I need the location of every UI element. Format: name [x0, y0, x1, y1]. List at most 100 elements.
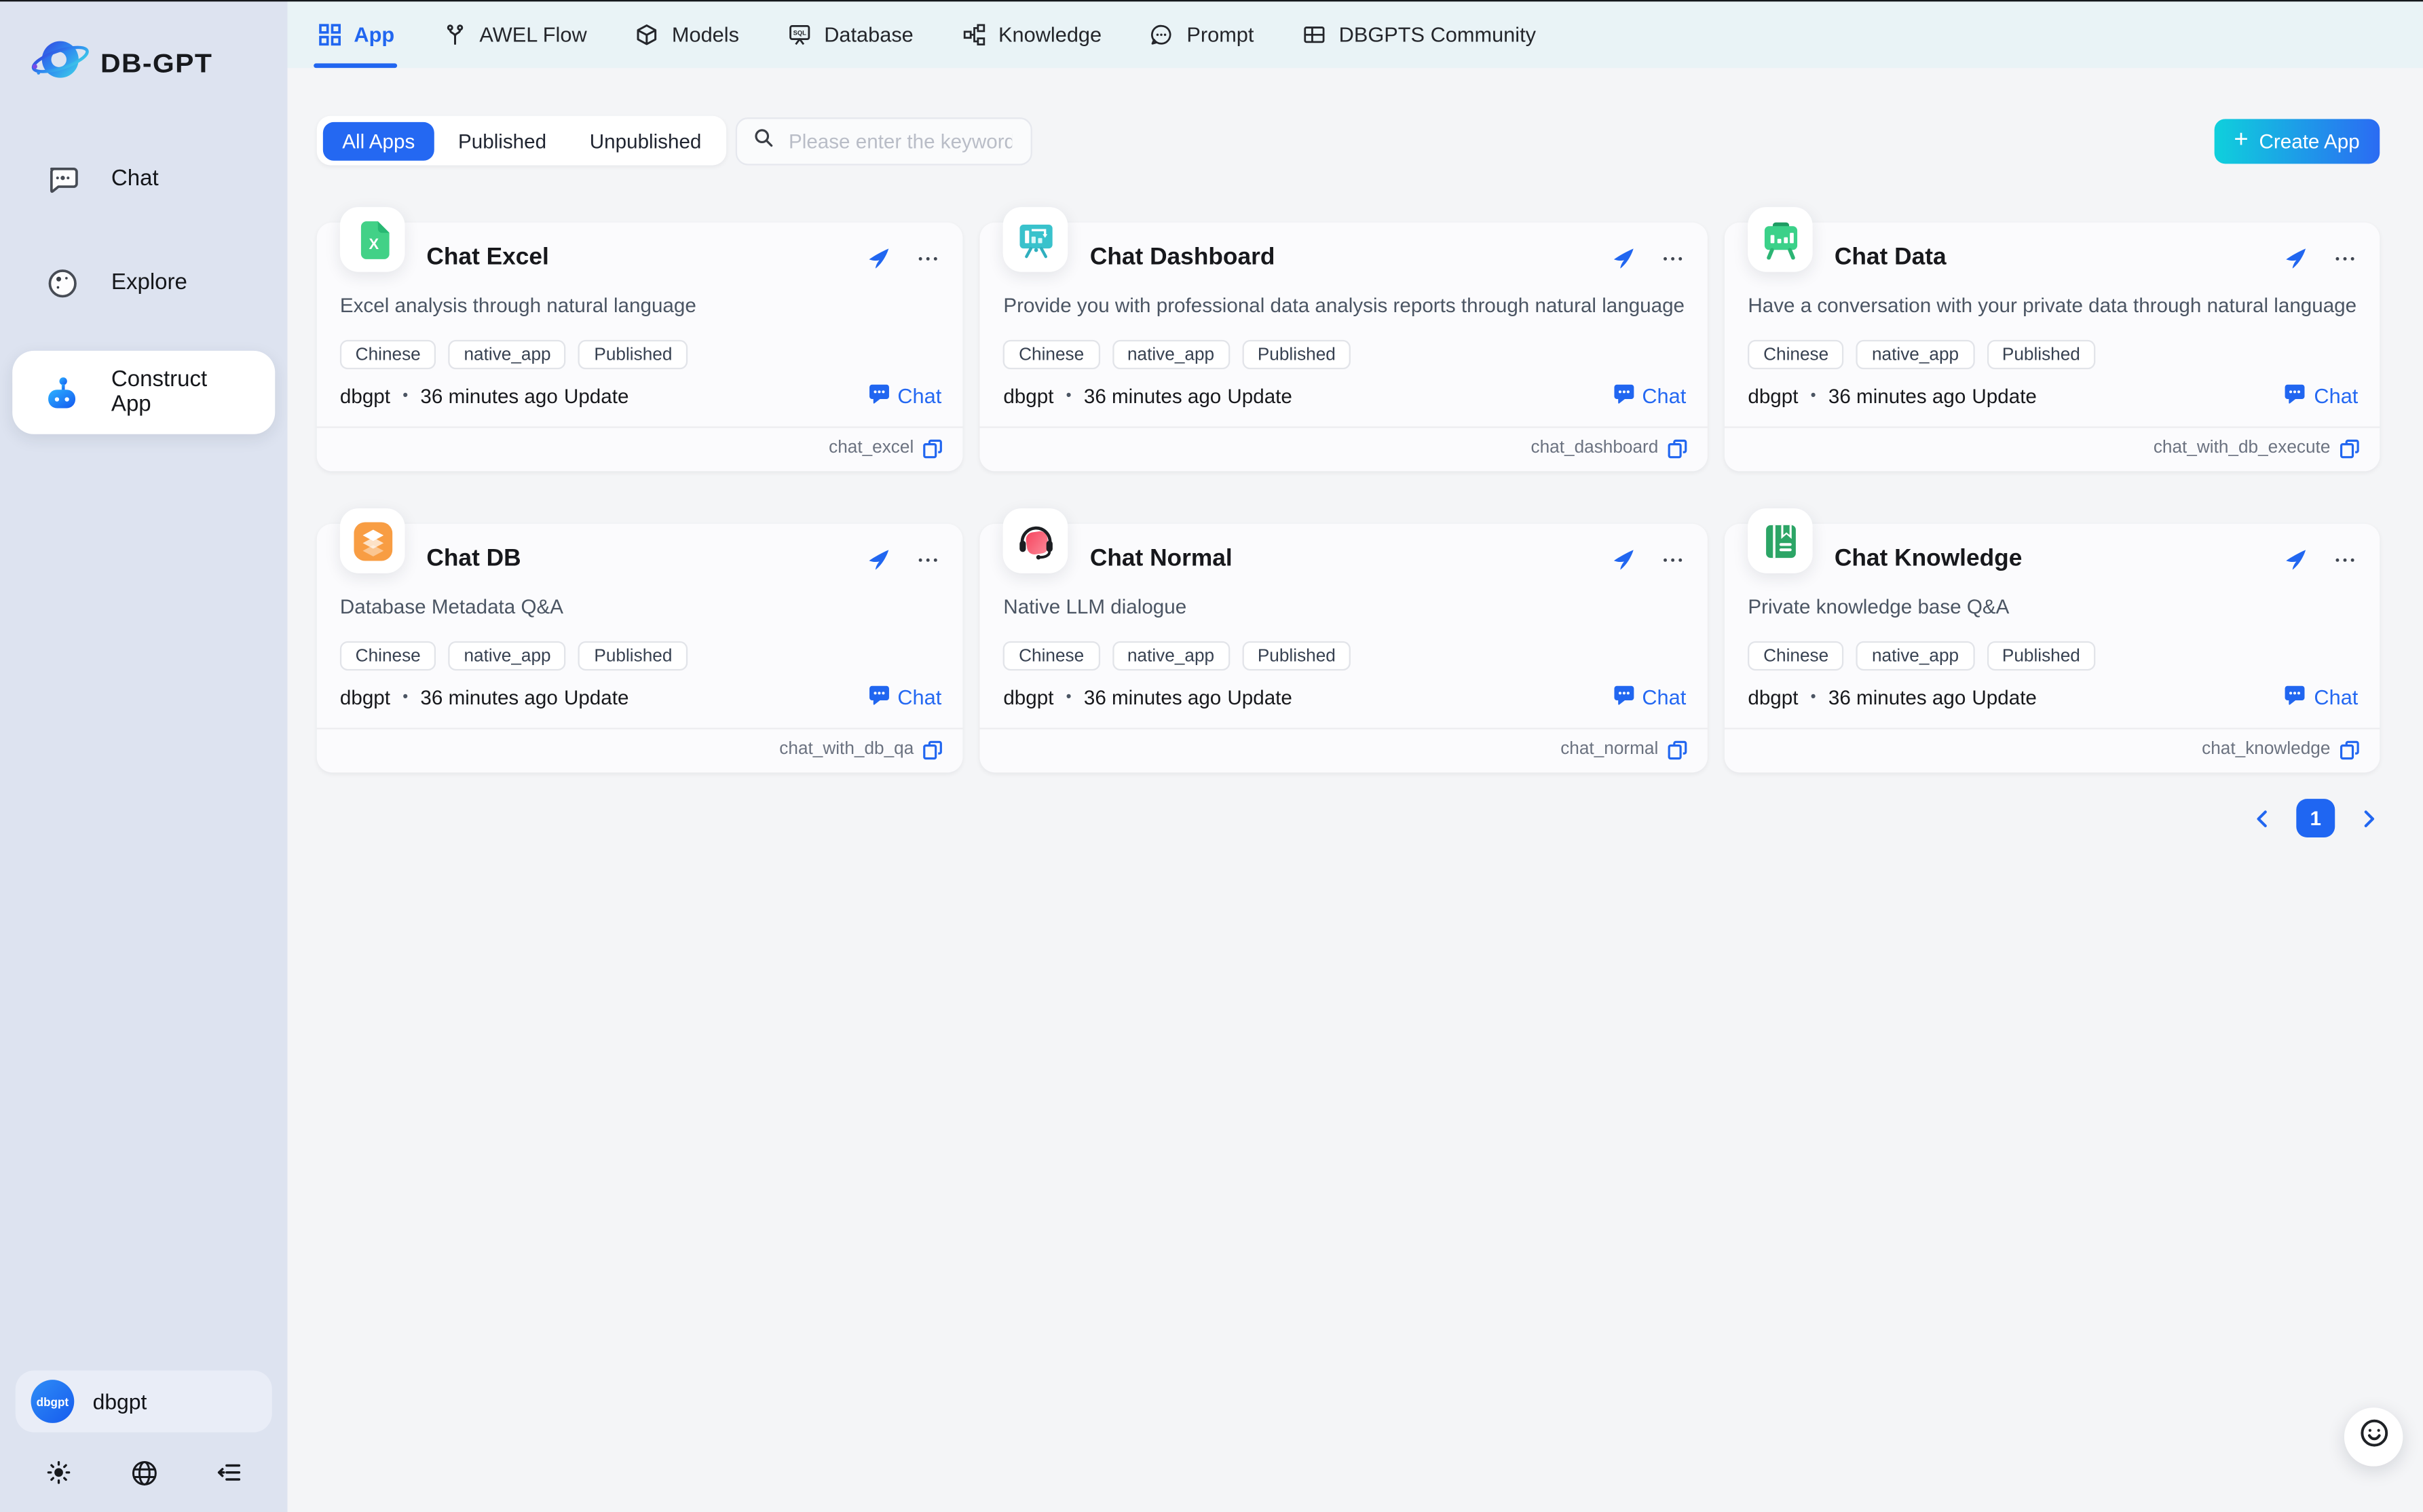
copy-icon[interactable]: [922, 738, 943, 760]
collapse-sidebar-icon[interactable]: [213, 1457, 244, 1488]
dingtalk-wing-icon[interactable]: [2283, 547, 2307, 571]
tag-chip: Chinese: [1003, 340, 1100, 369]
tag-chip: Chinese: [1748, 641, 1844, 670]
app-meta: dbgpt • 36 minutes ago Update Chat: [1003, 383, 1686, 410]
tag-chip: Chinese: [1003, 641, 1100, 670]
flow-branch-icon: [443, 22, 467, 46]
dot-separator: •: [402, 388, 408, 404]
chat-button[interactable]: Chat: [2285, 383, 2358, 410]
filter-all-apps[interactable]: All Apps: [322, 121, 435, 160]
tab-label: App: [354, 22, 394, 45]
app-title: Chat Knowledge: [1835, 546, 2022, 573]
more-menu-icon[interactable]: [1660, 547, 1685, 571]
dbgpt-app-window: DB-GPT Chat: [0, 0, 2423, 1512]
theme-sun-icon[interactable]: [43, 1457, 75, 1488]
chat-button[interactable]: Chat: [868, 685, 941, 711]
copy-icon[interactable]: [1666, 437, 1688, 459]
pagination: 1: [317, 799, 2380, 837]
sidebar-item-explore[interactable]: Explore: [12, 247, 275, 318]
app-owner: dbgpt: [1003, 686, 1053, 709]
app-updated: 36 minutes ago: [1828, 686, 1966, 709]
filter-published[interactable]: Published: [438, 121, 566, 160]
tag-list: Chinese native_app Published: [1003, 641, 1685, 670]
app-description: Have a conversation with your private da…: [1748, 294, 2356, 317]
more-menu-icon[interactable]: [2332, 547, 2356, 571]
update-label: Update: [1972, 385, 2036, 408]
copy-icon[interactable]: [2338, 738, 2360, 760]
dingtalk-wing-icon[interactable]: [866, 246, 890, 270]
tab-label: DBGPTS Community: [1339, 22, 1536, 45]
tab-label: Database: [824, 22, 914, 45]
app-owner: dbgpt: [1748, 686, 1798, 709]
tab-prompt[interactable]: Prompt: [1150, 0, 1254, 68]
more-menu-icon[interactable]: [2332, 246, 2356, 270]
tab-dbgpts-community[interactable]: DBGPTS Community: [1302, 0, 1536, 68]
window-grid-icon: [1302, 22, 1326, 46]
chat-button[interactable]: Chat: [1613, 685, 1686, 711]
tab-knowledge[interactable]: Knowledge: [961, 0, 1102, 68]
search-icon: [753, 126, 775, 155]
page-number[interactable]: 1: [2296, 799, 2335, 837]
update-label: Update: [1227, 686, 1292, 709]
filter-segmented-control: All Apps Published Unpublished: [317, 116, 727, 166]
filter-unpublished[interactable]: Unpublished: [569, 121, 721, 160]
user-profile-chip[interactable]: dbgpt dbgpt: [16, 1371, 272, 1433]
content-area: All Apps Published Unpublished + Create …: [287, 68, 2423, 1512]
app-owner: dbgpt: [340, 686, 390, 709]
tab-models[interactable]: Models: [635, 0, 739, 68]
more-menu-icon[interactable]: [916, 547, 940, 571]
language-globe-icon[interactable]: [128, 1457, 159, 1488]
tab-label: Prompt: [1186, 22, 1254, 45]
tab-label: AWEL Flow: [479, 22, 586, 45]
main-area: App AWEL Flow Models: [287, 0, 2423, 1512]
sidebar-item-construct-app[interactable]: Construct App: [12, 351, 275, 434]
search-input[interactable]: [785, 128, 1015, 154]
prev-page-icon[interactable]: [2251, 808, 2273, 829]
db-layers-icon: [340, 508, 405, 573]
chat-button[interactable]: Chat: [868, 383, 941, 410]
more-menu-icon[interactable]: [1660, 246, 1685, 270]
tab-database[interactable]: SQL Database: [787, 0, 914, 68]
sidebar-item-chat[interactable]: Chat: [12, 144, 275, 215]
app-card-chat-normal[interactable]: Chat Normal Native LLM dialogue Chin: [980, 524, 1708, 773]
copy-icon[interactable]: [2338, 437, 2360, 459]
dot-separator: •: [1811, 689, 1816, 706]
next-page-icon[interactable]: [2358, 808, 2380, 829]
chat-bubble-icon: [2285, 383, 2306, 410]
dingtalk-wing-icon[interactable]: [866, 547, 890, 571]
app-meta: dbgpt • 36 minutes ago Update Chat: [340, 685, 941, 711]
sidebar: DB-GPT Chat: [0, 0, 287, 1512]
app-code: chat_knowledge: [2202, 740, 2330, 759]
copy-icon[interactable]: [922, 437, 943, 459]
app-meta: dbgpt • 36 minutes ago Update Chat: [1748, 383, 2358, 410]
tag-chip: Published: [1987, 641, 2096, 670]
copy-icon[interactable]: [1666, 738, 1688, 760]
app-title: Chat Dashboard: [1090, 244, 1275, 272]
app-card-chat-data[interactable]: Chat Data Have a conversation with your …: [1725, 223, 2380, 472]
dot-separator: •: [1811, 388, 1816, 404]
headset-icon: [1003, 508, 1068, 573]
app-meta: dbgpt • 36 minutes ago Update Chat: [1003, 685, 1686, 711]
dingtalk-wing-icon[interactable]: [1611, 547, 1635, 571]
planet-logo-icon: [28, 34, 93, 93]
dingtalk-wing-icon[interactable]: [2283, 246, 2307, 270]
chat-bubble-icon: [1613, 383, 1634, 410]
chat-bubble-icon: [868, 685, 890, 711]
app-card-chat-knowledge[interactable]: Chat Knowledge Private knowledge base Q&…: [1725, 524, 2380, 773]
tab-app[interactable]: App: [317, 0, 394, 68]
tab-awel-flow[interactable]: AWEL Flow: [443, 0, 587, 68]
user-name: dbgpt: [93, 1389, 147, 1414]
app-card-chat-db[interactable]: Chat DB Database Metadata Q&A Chines: [317, 524, 963, 773]
app-description: Provide you with professional data analy…: [1003, 294, 1685, 317]
chat-button[interactable]: Chat: [1613, 383, 1686, 410]
app-description: Database Metadata Q&A: [340, 595, 940, 618]
app-card-chat-dashboard[interactable]: Chat Dashboard Provide you with professi…: [980, 223, 1708, 472]
dingtalk-wing-icon[interactable]: [1611, 246, 1635, 270]
app-card-chat-excel[interactable]: X Chat Excel: [317, 223, 963, 472]
app-title: Chat DB: [426, 546, 521, 573]
more-menu-icon[interactable]: [916, 246, 940, 270]
feedback-smiley-button[interactable]: [2344, 1407, 2403, 1467]
create-app-button[interactable]: + Create App: [2214, 118, 2380, 163]
chat-button[interactable]: Chat: [2285, 685, 2358, 711]
data-board-icon: [1748, 207, 1813, 272]
